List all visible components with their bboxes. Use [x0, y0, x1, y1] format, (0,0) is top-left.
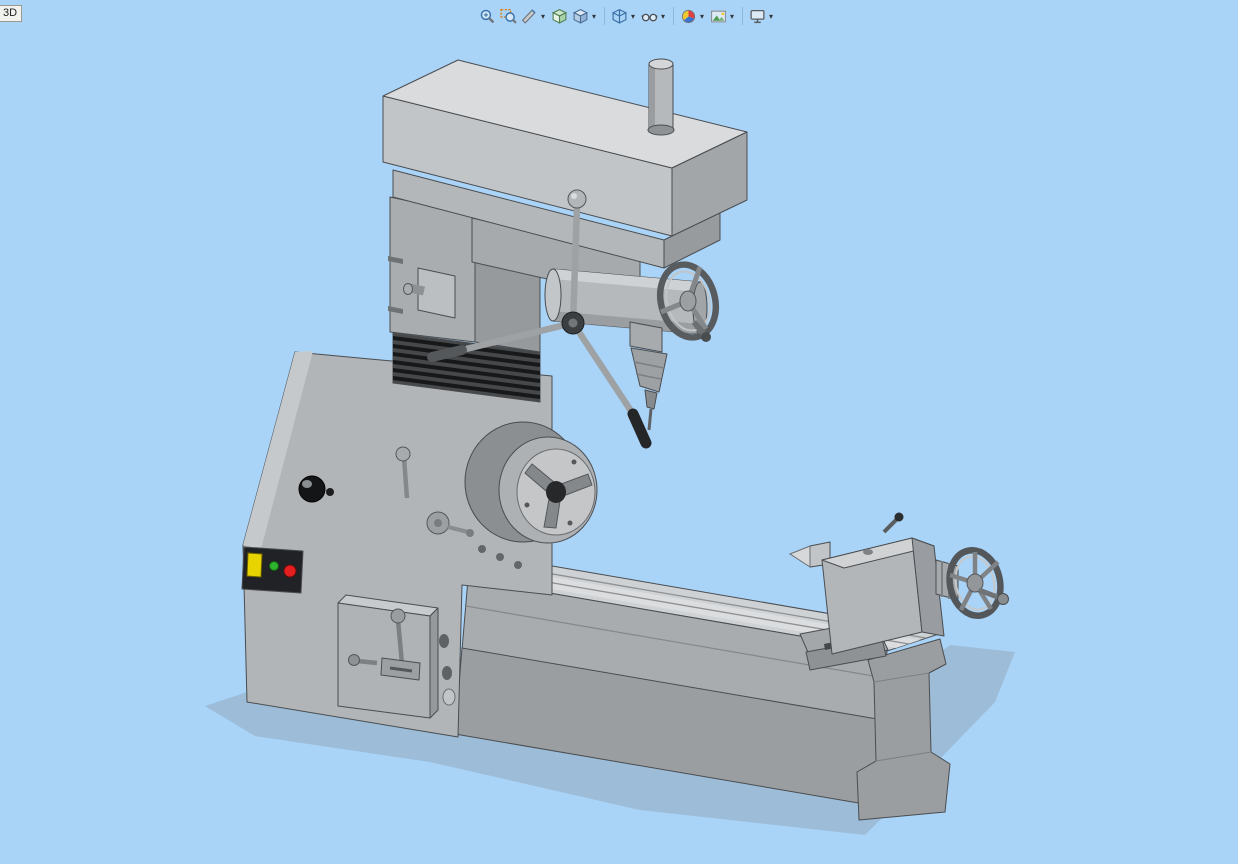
green-button: [269, 561, 279, 571]
three-jaw-chuck[interactable]: [464, 421, 598, 544]
cad-viewport-window: 3D ▾ ▾ ▾ ▾ ▾ ▾ ▾: [0, 0, 1238, 864]
red-button: [283, 564, 297, 578]
control-buttons[interactable]: [241, 546, 304, 594]
model-canvas[interactable]: [0, 0, 1238, 864]
drawbar[interactable]: [647, 58, 675, 136]
apron-gearbox[interactable]: [337, 594, 439, 719]
yellow-button: [246, 552, 263, 578]
tailstock-handwheel[interactable]: [935, 546, 1009, 621]
